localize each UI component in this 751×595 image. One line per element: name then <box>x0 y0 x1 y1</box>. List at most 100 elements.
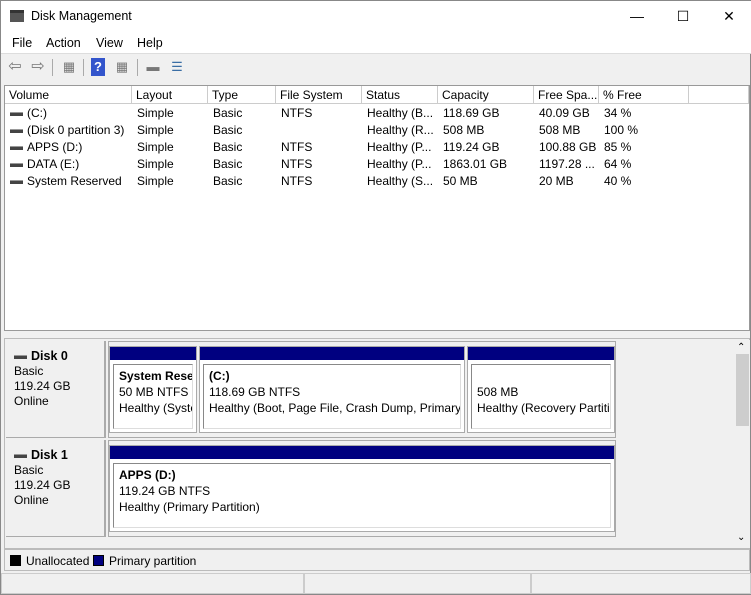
legend-unallocated: Unallocated <box>26 554 89 568</box>
table-cell: NTFS <box>276 105 362 122</box>
status-pane <box>531 573 751 594</box>
help-icon[interactable]: ? <box>91 58 105 76</box>
column-header-2[interactable]: Type <box>208 86 276 104</box>
status-bar <box>1 573 751 595</box>
scroll-thumb[interactable] <box>736 354 749 426</box>
volume-icon <box>10 129 23 133</box>
partition-status: Healthy (Recovery Partiti <box>477 400 610 416</box>
column-header-6[interactable]: Free Spa... <box>534 86 599 104</box>
cell-text: 20 MB <box>539 174 574 188</box>
disk-label-1[interactable]: Disk 1 Basic 119.24 GB Online <box>6 440 106 537</box>
back-icon[interactable]: ⇦ <box>5 58 25 76</box>
table-cell: 40.09 GB <box>534 105 599 122</box>
column-header-7[interactable]: % Free <box>599 86 689 104</box>
table-cell: NTFS <box>276 173 362 190</box>
cell-text: Basic <box>213 174 242 188</box>
partition-block[interactable]: 508 MB Healthy (Recovery Partiti <box>467 346 615 433</box>
table-cell: Healthy (P... <box>362 139 438 156</box>
forward-icon[interactable]: ⇨ <box>28 58 48 76</box>
table-cell: Healthy (B... <box>362 105 438 122</box>
cell-text: 40.09 GB <box>539 106 590 120</box>
table-cell: 100 % <box>599 122 689 139</box>
table-cell: 50 MB <box>438 173 534 190</box>
table-cell: Basic <box>208 156 276 173</box>
action-pane-icon[interactable]: ▦ <box>112 58 132 76</box>
primary-partition-bar <box>110 446 614 459</box>
cell-text: 64 % <box>604 157 631 171</box>
volume-icon <box>10 180 23 184</box>
table-cell: Simple <box>132 139 208 156</box>
minimize-button[interactable]: — <box>614 1 660 31</box>
partition-status: Healthy (Syste <box>119 400 192 416</box>
partition-block[interactable]: System Reser 50 MB NTFS Healthy (Syste <box>109 346 197 433</box>
table-row[interactable]: APPS (D:)SimpleBasicNTFSHealthy (P...119… <box>5 139 749 156</box>
show-hide-console-tree-icon[interactable]: ▦ <box>59 58 79 76</box>
disk-size: 119.24 GB <box>14 478 104 493</box>
vertical-scrollbar[interactable]: ⌃ ⌄ <box>734 340 750 548</box>
table-cell: Simple <box>132 105 208 122</box>
table-row[interactable]: (Disk 0 partition 3)SimpleBasicHealthy (… <box>5 122 749 139</box>
volume-icon <box>10 112 23 116</box>
cell-text: NTFS <box>281 106 312 120</box>
column-header-0[interactable]: Volume <box>5 86 132 104</box>
cell-text: 50 MB <box>443 174 478 188</box>
table-cell: Simple <box>132 122 208 139</box>
cell-text: Basic <box>213 106 242 120</box>
cell-text: Healthy (B... <box>367 106 433 120</box>
table-cell: Basic <box>208 122 276 139</box>
scroll-down-icon[interactable]: ⌄ <box>737 532 745 543</box>
partition-block[interactable]: APPS (D:) 119.24 GB NTFS Healthy (Primar… <box>109 445 615 532</box>
maximize-button[interactable]: ☐ <box>660 1 706 31</box>
pane-splitter[interactable] <box>4 331 750 338</box>
volume-icon <box>10 146 23 150</box>
cell-text: APPS (D:) <box>27 140 82 154</box>
cell-text: Simple <box>137 140 174 154</box>
primary-partition-bar <box>200 347 464 360</box>
partition-size: 119.24 GB NTFS <box>119 483 610 499</box>
table-cell: Simple <box>132 173 208 190</box>
partition-block[interactable]: (C:) 118.69 GB NTFS Healthy (Boot, Page … <box>199 346 465 433</box>
table-cell: 508 MB <box>534 122 599 139</box>
cell-text: (C:) <box>27 106 47 120</box>
disk-label-0[interactable]: Disk 0 Basic 119.24 GB Online <box>6 341 106 438</box>
column-header-1[interactable]: Layout <box>132 86 208 104</box>
column-header-filler <box>689 86 749 104</box>
disk-state: Online <box>14 394 104 409</box>
table-cell: NTFS <box>276 139 362 156</box>
column-header-3[interactable]: File System <box>276 86 362 104</box>
menu-help[interactable]: Help <box>137 36 163 50</box>
title-bar: Disk Management — ☐ ✕ <box>1 1 751 33</box>
partition-status: Healthy (Primary Partition) <box>119 499 610 515</box>
connect-disk-icon[interactable]: ▬ <box>143 58 163 76</box>
column-header-5[interactable]: Capacity <box>438 86 534 104</box>
disk-graphical-view: Disk 0 Basic 119.24 GB Online System Res… <box>4 338 750 549</box>
menu-view[interactable]: View <box>96 36 123 50</box>
partition-name: APPS (D:) <box>119 467 610 483</box>
window-title: Disk Management <box>31 9 132 23</box>
table-row[interactable]: DATA (E:)SimpleBasicNTFSHealthy (P...186… <box>5 156 749 173</box>
scroll-up-icon[interactable]: ⌃ <box>737 342 745 353</box>
table-cell: (Disk 0 partition 3) <box>5 122 132 139</box>
menu-file[interactable]: File <box>12 36 32 50</box>
table-cell: 118.69 GB <box>438 105 534 122</box>
table-row[interactable]: (C:) Simple Basic NTFS Healthy (B... 118.69 G… <box>5 105 749 122</box>
cell-text: 508 MB <box>539 123 580 137</box>
table-cell: 85 % <box>599 139 689 156</box>
table-cell: Healthy (S... <box>362 173 438 190</box>
cell-text: 40 % <box>604 174 631 188</box>
table-cell: 64 % <box>599 156 689 173</box>
cell-text: Simple <box>137 174 174 188</box>
table-cell: Basic <box>208 105 276 122</box>
table-cell: DATA (E:) <box>5 156 132 173</box>
column-header-4[interactable]: Status <box>362 86 438 104</box>
table-cell: Basic <box>208 173 276 190</box>
close-button[interactable]: ✕ <box>706 1 751 31</box>
cell-text: 100 % <box>604 123 638 137</box>
menu-action[interactable]: Action <box>46 36 81 50</box>
table-row[interactable]: System ReservedSimpleBasicNTFSHealthy (S… <box>5 173 749 190</box>
cell-text: 85 % <box>604 140 631 154</box>
properties-list-icon[interactable]: ☰ <box>167 58 187 76</box>
cell-text: Healthy (P... <box>367 140 431 154</box>
disk-app-icon <box>10 10 24 22</box>
partition-name: System Reser <box>119 368 192 384</box>
